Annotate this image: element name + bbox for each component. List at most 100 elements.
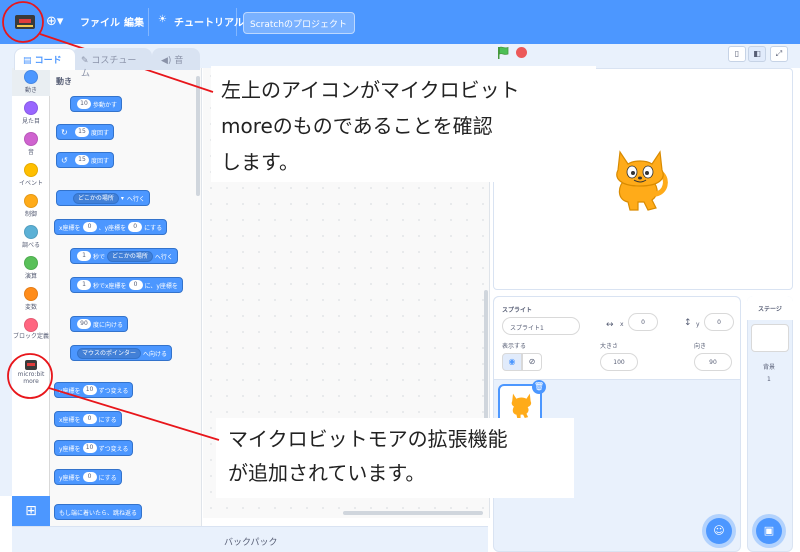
point-towards-block[interactable]: マウスのポインター へ向ける (70, 345, 173, 361)
tab-sounds-label: 音 (174, 56, 184, 66)
small-stage-icon[interactable]: ▯ (728, 46, 746, 62)
tutorials-icon[interactable]: ☀ (158, 14, 167, 25)
glide-block[interactable]: 1 秒で どこかの場所 へ行く (70, 248, 178, 264)
category-variables[interactable]: 変数 (12, 285, 50, 313)
block-text: ずつ変える (98, 445, 129, 453)
tutorials-menu[interactable]: チュートリアル (174, 14, 244, 29)
operators-dot-icon (24, 256, 38, 270)
block-text: 度に向ける (93, 321, 124, 329)
stage-thumbnail[interactable] (751, 324, 789, 352)
normal-stage-icon[interactable]: ◧ (748, 46, 766, 62)
block-input[interactable]: 1 (77, 251, 91, 261)
set-x-block[interactable]: x座標を 0 にする (54, 411, 122, 427)
category-my-blocks[interactable]: ブロック定義 (12, 316, 50, 352)
control-dot-icon (24, 194, 38, 208)
green-flag-icon[interactable] (496, 46, 510, 60)
size-input[interactable]: 100 (600, 353, 638, 371)
block-input[interactable]: 15 (75, 155, 89, 165)
block-input[interactable]: 0 (128, 280, 143, 290)
block-input[interactable]: 90 (77, 319, 91, 329)
variables-dot-icon (24, 287, 38, 301)
globe-icon[interactable]: ⊕▾ (46, 14, 74, 32)
change-x-block[interactable]: x座標を 10 ずつ変える (54, 382, 134, 398)
turn-right-block[interactable]: ↻ 15 度回す (56, 124, 115, 140)
turn-left-block[interactable]: ↺ 15 度回す (56, 152, 115, 168)
workspace-horizontal-scrollbar[interactable] (343, 511, 483, 515)
block-input[interactable]: 0 (82, 222, 97, 232)
goto-block[interactable]: どこかの場所 ▾ へ行く (56, 190, 150, 206)
category-label: 音 (27, 149, 34, 156)
block-text: 秒で (93, 253, 106, 261)
category-control[interactable]: 制御 (12, 192, 50, 220)
block-input[interactable]: 0 (82, 414, 97, 424)
category-sound[interactable]: 音 (12, 130, 50, 158)
sprite-name-input[interactable]: スプライト1 (502, 317, 580, 335)
menu-divider (148, 8, 149, 36)
category-label: micro:bit more (17, 371, 45, 385)
block-input[interactable]: 0 (82, 472, 97, 482)
block-text: にする (98, 416, 117, 424)
block-text: 度回す (91, 129, 110, 137)
edit-menu[interactable]: 編集 (124, 14, 144, 29)
add-extension-button[interactable]: ⊞ (12, 496, 50, 526)
eye-icon[interactable]: ◉ (502, 353, 522, 371)
move-steps-block[interactable]: 10 歩動かす (70, 96, 123, 112)
add-extension-icon: ⊞ (25, 503, 37, 519)
category-menu: 動き 見た目 音 イベント 制御 調べる 演算 変数 ブロック定義 micro:… (12, 68, 50, 496)
rotate-left-icon: ↺ (61, 155, 68, 165)
menu-bar: ⊕▾ ファイル 編集 ☀ チュートリアル Scratchのプロジェクト (0, 0, 800, 44)
menu-divider (236, 8, 237, 36)
palette-heading: 動き (56, 77, 72, 86)
fullscreen-icon[interactable]: ⤢ (770, 46, 788, 62)
block-input[interactable]: 10 (77, 99, 91, 109)
block-text: へ行く (154, 253, 173, 261)
backpack[interactable]: バックパック (12, 526, 488, 552)
block-input[interactable]: 10 (82, 443, 97, 453)
editor-tabs: ▤ コード ✎ コスチューム ◀) 音 (0, 44, 490, 79)
block-dropdown[interactable]: どこかの場所 (107, 250, 153, 262)
palette-scrollbar[interactable] (196, 76, 200, 196)
block-text: もし端に着いたら、跳ね返る (59, 509, 138, 517)
glide-xy-block[interactable]: 1 秒でx座標を 0 に、y座標を (70, 277, 183, 293)
y-input[interactable]: 0 (704, 313, 734, 331)
block-input[interactable]: 10 (82, 385, 97, 395)
stop-icon[interactable] (516, 47, 527, 58)
block-dropdown[interactable]: マウスのポインター (77, 347, 142, 359)
bounce-block[interactable]: もし端に着いたら、跳ね返る (54, 504, 143, 520)
goto-xy-block[interactable]: x座標を 0 、y座標を 0 にする (54, 219, 168, 235)
block-input[interactable]: 1 (77, 280, 91, 290)
category-motion[interactable]: 動き (12, 68, 50, 96)
choose-backdrop-button[interactable]: ▣ (756, 518, 782, 544)
category-operators[interactable]: 演算 (12, 254, 50, 282)
trash-icon[interactable]: 🗑 (532, 380, 546, 394)
block-input[interactable]: 0 (128, 222, 143, 232)
callout-line: 左上のアイコンがマイクロビット (221, 78, 520, 102)
category-sensing[interactable]: 調べる (12, 223, 50, 251)
direction-input[interactable]: 90 (694, 353, 732, 371)
tab-costumes[interactable]: ✎ コスチューム (72, 48, 152, 79)
eye-slash-icon[interactable]: ⊘ (522, 353, 542, 371)
tab-code-label: コード (34, 56, 62, 66)
cat-thumb-icon (511, 393, 532, 418)
block-dropdown[interactable]: どこかの場所 (73, 192, 119, 204)
tab-code[interactable]: ▤ コード (14, 48, 76, 70)
file-menu[interactable]: ファイル (80, 14, 120, 29)
block-text: y座標を (59, 445, 81, 453)
category-events[interactable]: イベント (12, 161, 50, 189)
microbit-more-logo-icon[interactable] (14, 12, 36, 32)
point-direction-block[interactable]: 90 度に向ける (70, 316, 129, 332)
choose-sprite-button[interactable]: ☺ (706, 518, 732, 544)
category-looks[interactable]: 見た目 (12, 99, 50, 127)
change-y-block[interactable]: y座標を 10 ずつ変える (54, 440, 134, 456)
callout-line: moreのものであることを確認 (221, 114, 493, 138)
sprite-heading: スプライト (502, 307, 533, 314)
cat-sprite-icon[interactable] (608, 144, 670, 214)
set-y-block[interactable]: y座標を 0 にする (54, 469, 122, 485)
block-input[interactable]: 15 (75, 127, 89, 137)
x-input[interactable]: 0 (628, 313, 658, 331)
sprite-info-panel: スプライト スプライト1 ↔ x 0 ↕ y 0 表示する ◉ ⊘ 大きさ 10… (493, 296, 741, 380)
cat-add-icon: ☺ (713, 524, 725, 537)
tab-sounds[interactable]: ◀) 音 (152, 48, 200, 70)
category-microbit-more[interactable]: micro:bit more (12, 358, 50, 394)
project-title-input[interactable]: Scratchのプロジェクト (243, 12, 355, 34)
